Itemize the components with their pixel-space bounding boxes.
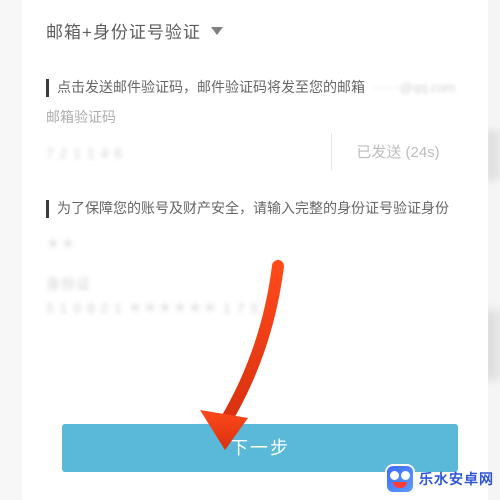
name-field[interactable]: ＊＊ bbox=[46, 234, 464, 254]
name-value: ＊＊ bbox=[46, 236, 76, 252]
email-desc-wrapper: 点击发送邮件验证码，邮件验证码将发至您的邮箱 ······@qq.com bbox=[57, 77, 455, 97]
id-desc-row: 为了保障您的账号及财产安全，请输入完整的身份证号验证身份 bbox=[46, 198, 464, 218]
verification-method-label: 邮箱+身份证号验证 bbox=[46, 18, 201, 43]
id-label-text: 身份证 bbox=[46, 276, 91, 292]
id-label: 身份证 bbox=[46, 274, 464, 294]
verification-card: 邮箱+身份证号验证 点击发送邮件验证码，邮件验证码将发至您的邮箱 ······@… bbox=[22, 0, 488, 500]
page-root: 邮箱+身份证号验证 点击发送邮件验证码，邮件验证码将发至您的邮箱 ······@… bbox=[0, 0, 500, 500]
id-desc-text: 为了保障您的账号及财产安全，请输入完整的身份证号验证身份 bbox=[57, 198, 449, 218]
outer-background-right bbox=[488, 0, 500, 500]
watermark-logo-icon bbox=[385, 464, 415, 494]
outer-background-left bbox=[0, 0, 23, 500]
send-code-button[interactable]: 已发送 (24s) bbox=[331, 133, 464, 170]
watermark: 乐水安卓网 bbox=[385, 464, 494, 494]
verification-method-dropdown[interactable]: 邮箱+身份证号验证 bbox=[22, 0, 488, 49]
accent-bar bbox=[46, 200, 49, 218]
email-code-input[interactable]: 7 2 1 1 4 6 bbox=[46, 145, 123, 163]
email-desc-text: 点击发送邮件验证码，邮件验证码将发至您的邮箱 bbox=[57, 79, 365, 95]
email-masked: ······@qq.com bbox=[373, 80, 455, 95]
id-section: 为了保障您的账号及财产安全，请输入完整的身份证号验证身份 ＊＊ 身份证 5 1 … bbox=[22, 198, 488, 318]
chevron-down-icon bbox=[211, 27, 223, 35]
email-desc-row: 点击发送邮件验证码，邮件验证码将发至您的邮箱 ······@qq.com bbox=[46, 77, 464, 97]
email-code-label: 邮箱验证码 bbox=[46, 107, 464, 127]
email-code-section: 点击发送邮件验证码，邮件验证码将发至您的邮箱 ······@qq.com 邮箱验… bbox=[22, 77, 488, 170]
id-input[interactable]: 5 1 0 8 2 1 ＊＊＊＊＊＊ 1 7 5 bbox=[46, 298, 464, 318]
id-value: 5 1 0 8 2 1 ＊＊＊＊＊＊ 1 7 5 bbox=[46, 300, 259, 316]
email-code-value: 7 2 1 1 4 6 bbox=[46, 145, 123, 161]
email-code-row: 7 2 1 1 4 6 已发送 (24s) bbox=[46, 133, 464, 170]
watermark-text: 乐水安卓网 bbox=[419, 469, 494, 489]
accent-bar bbox=[46, 79, 49, 97]
